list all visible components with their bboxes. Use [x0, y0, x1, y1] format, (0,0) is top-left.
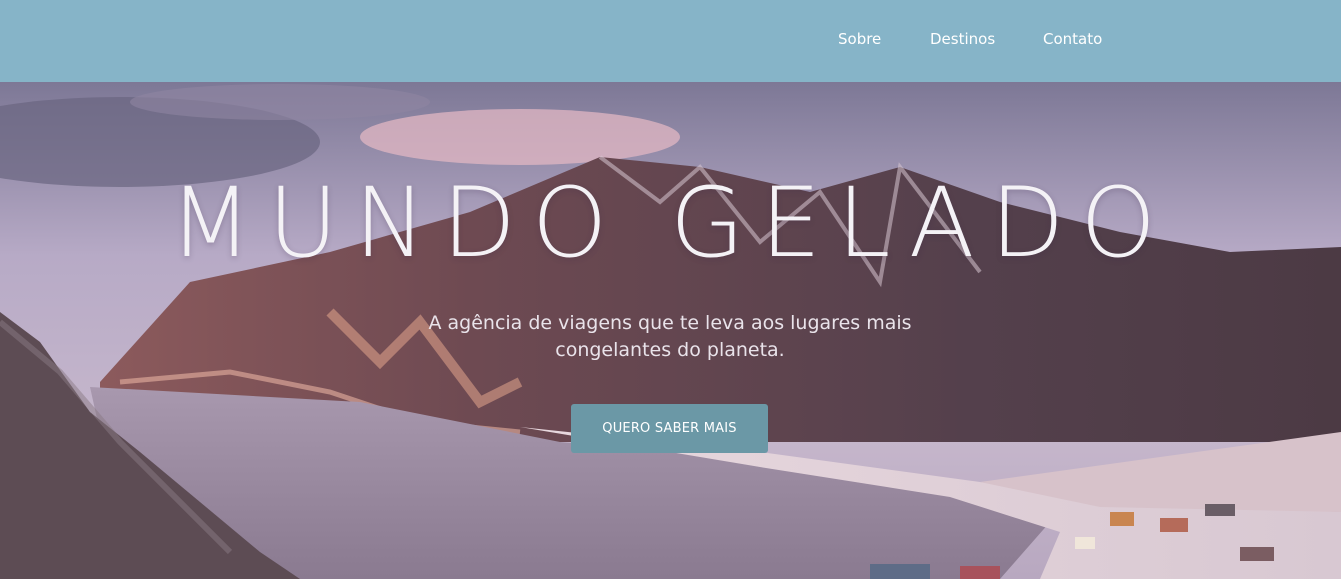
- quero-saber-mais-button[interactable]: QUERO SABER MAIS: [571, 404, 768, 453]
- top-navbar: Sobre Destinos Contato: [0, 0, 1341, 82]
- nav-link-contato[interactable]: Contato: [1043, 30, 1102, 48]
- hero-subtitle: A agência de viagens que te leva aos lug…: [428, 312, 912, 361]
- main-nav: Sobre Destinos Contato: [0, 30, 1341, 52]
- hero-section: MUNDO GELADO A agência de viagens que te…: [0, 82, 1341, 579]
- nav-link-sobre[interactable]: Sobre: [838, 30, 881, 48]
- hero-title: MUNDO GELADO: [169, 167, 1172, 279]
- nav-link-destinos[interactable]: Destinos: [930, 30, 995, 48]
